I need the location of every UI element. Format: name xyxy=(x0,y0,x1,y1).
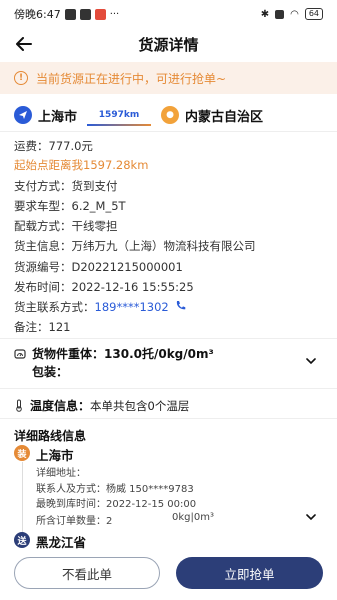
remark-label: 备注： xyxy=(14,320,49,334)
stop-expand-chevron-icon[interactable] xyxy=(306,512,316,522)
divider xyxy=(0,418,337,419)
battery-icon: 64 xyxy=(304,8,323,20)
more-icon: ··· xyxy=(109,8,120,20)
mute-icon xyxy=(275,9,285,19)
status-time: 傍晚6:47 xyxy=(14,8,61,21)
loading-stop-badge: 装 xyxy=(14,445,30,461)
grab-order-button[interactable]: 立即抢单 xyxy=(176,557,323,589)
route-distance: 1597km xyxy=(87,110,152,126)
nav-bar: 货源详情 xyxy=(0,28,337,60)
freight-value: 777.0元 xyxy=(48,139,93,153)
cargo-expand-chevron-icon[interactable] xyxy=(306,356,316,366)
publish-time-label: 发布时间： xyxy=(14,280,72,294)
delivery-stop-badge: 送 xyxy=(14,532,30,548)
temperature-value: 本单共包含0个温层 xyxy=(90,398,190,413)
cargo-weight-row: 货物件重体： 130.0托/0kg/0m³ xyxy=(14,345,324,362)
bluetooth-icon: ✱ xyxy=(260,8,270,20)
source-no-row: 货源编号： D20221215000001 xyxy=(14,259,183,275)
stop-address-label: 详细地址： xyxy=(36,468,86,479)
publish-time-value: 2022-12-16 15:55:25 xyxy=(71,280,194,294)
stop-order-size: 0kg|0m³ xyxy=(172,512,214,523)
delivery-row: 配载方式： 干线零担 xyxy=(14,218,118,234)
temperature-label: 温度信息： xyxy=(30,399,91,413)
delivery-value: 干线零担 xyxy=(71,219,118,233)
status-bar: 傍晚6:47 ··· ✱ ◠ 64 xyxy=(0,0,337,28)
destination-city: 内蒙古自治区 xyxy=(185,109,264,125)
vehicle-label: 要求车型： xyxy=(14,199,72,213)
contact-row: 货主联系方式： 189****1302 xyxy=(14,299,186,315)
back-arrow-icon xyxy=(16,37,32,51)
loading-stop-city: 上海市 xyxy=(36,448,74,463)
divider xyxy=(0,388,337,389)
shipper-row: 货主信息： 万纬万九（上海）物流科技有限公司 xyxy=(14,238,256,254)
distance-line xyxy=(87,124,152,126)
origin-city: 上海市 xyxy=(38,109,78,125)
payment-value: 货到支付 xyxy=(71,179,118,193)
contact-phone-link[interactable]: 189****1302 xyxy=(95,300,169,314)
destination-icon: ● xyxy=(161,106,180,124)
stop-order-qty: 所含订单数量：2 xyxy=(36,516,113,527)
payment-row: 支付方式： 货到支付 xyxy=(14,178,118,194)
thermometer-icon xyxy=(16,399,22,412)
source-no-value: D20221215000001 xyxy=(71,260,183,274)
back-button[interactable] xyxy=(12,32,36,56)
source-no-label: 货源编号： xyxy=(14,260,72,274)
shipper-label: 货主信息： xyxy=(14,239,72,253)
contact-label: 货主联系方式： xyxy=(14,300,95,314)
vehicle-value: 6.2_M_5T xyxy=(71,199,126,213)
vehicle-row: 要求车型： 6.2_M_5T xyxy=(14,198,126,214)
remark-row: 备注： 121 xyxy=(14,319,70,335)
remark-value: 121 xyxy=(48,320,71,334)
route-detail-title: 详细路线信息 xyxy=(14,429,87,443)
publish-time-row: 发布时间： 2022-12-16 15:55:25 xyxy=(14,279,194,295)
freight-row: 运费： 777.0元 xyxy=(14,138,93,154)
delivery-label: 配载方式： xyxy=(14,219,72,233)
wifi-icon: ◠ xyxy=(290,8,299,20)
phone-icon[interactable] xyxy=(175,300,186,314)
stop-latest-time: 最晚到库时间：2022-12-15 00:00 xyxy=(36,499,197,510)
status-notice: ! 当前货源正在进行中，可进行抢单~ xyxy=(0,62,337,94)
reject-button[interactable]: 不看此单 xyxy=(14,557,160,589)
divider xyxy=(0,338,337,339)
app-notification-icon xyxy=(94,8,106,20)
divider xyxy=(0,131,337,132)
warning-icon: ! xyxy=(14,71,28,85)
package-label: 包装： xyxy=(32,365,69,379)
distance-label: 1597km xyxy=(98,110,140,120)
delivery-stop-city: 黑龙江省 xyxy=(36,535,87,550)
shipper-value: 万纬万九（上海）物流科技有限公司 xyxy=(71,239,256,253)
origin-icon xyxy=(14,106,32,124)
cargo-weight-value: 130.0托/0kg/0m³ xyxy=(104,347,214,361)
notification-icon xyxy=(64,8,76,20)
gauge-icon xyxy=(14,348,26,359)
payment-label: 支付方式： xyxy=(14,179,72,193)
package-row: 包装： xyxy=(32,363,337,380)
distance-from-me: 起始点距离我1597.28km xyxy=(14,158,149,172)
notice-text: 当前货源正在进行中，可进行抢单~ xyxy=(36,71,227,86)
route-summary: 上海市 1597km ● 内蒙古自治区 xyxy=(14,104,324,126)
page-title: 货源详情 xyxy=(138,35,199,54)
stop-contact: 联系人及方式：杨威 150****9783 xyxy=(36,484,194,495)
cargo-weight-label: 货物件重体： xyxy=(32,347,105,361)
notification-icon xyxy=(79,8,91,20)
temperature-row: 温度信息： 本单共包含0个温层 xyxy=(14,397,324,414)
route-timeline-line xyxy=(22,462,23,532)
freight-label: 运费： xyxy=(14,139,49,153)
